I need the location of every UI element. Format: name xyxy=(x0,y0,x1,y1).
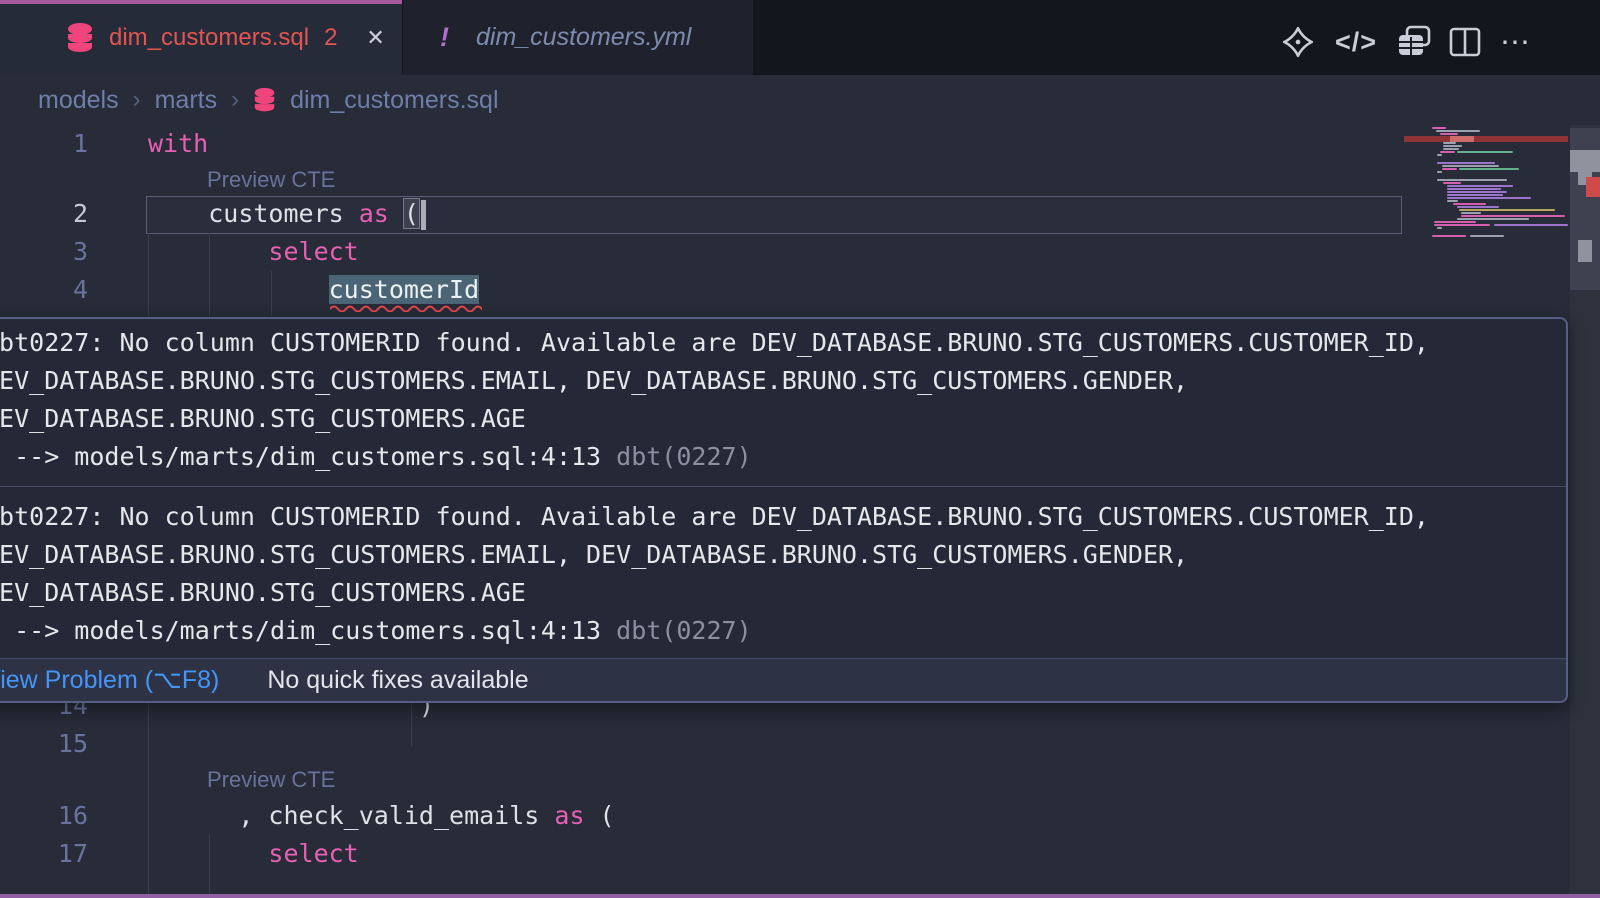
minimap-code-line xyxy=(1447,197,1531,199)
breadcrumb-filename[interactable]: dim_customers.sql xyxy=(290,86,498,115)
code-line-16[interactable]: , check_valid_emails as ( xyxy=(148,797,615,835)
tab-filename: dim_customers.sql xyxy=(109,24,309,52)
breadcrumb-models[interactable]: models xyxy=(38,86,119,115)
minimap-code-line xyxy=(1461,215,1565,217)
code-line-17[interactable]: select xyxy=(148,835,359,873)
minimap-code-line xyxy=(1440,133,1458,135)
minimap-code-line xyxy=(1447,194,1503,196)
minimap-code-line xyxy=(1443,148,1459,150)
error-code: dbt(0227) xyxy=(616,616,751,645)
close-tab-icon[interactable]: ✕ xyxy=(366,25,384,51)
minimap-code-line xyxy=(1459,209,1555,211)
minimap-code-line xyxy=(1437,154,1442,156)
minimap-code-line xyxy=(1459,168,1519,170)
overview-ruler-mark xyxy=(1586,177,1600,197)
minimap-code-line xyxy=(1443,182,1461,184)
minimap-code-line xyxy=(1461,212,1481,214)
line-number: 17 xyxy=(0,835,88,873)
minimap-code-line xyxy=(1432,127,1446,129)
dbt-model-file-icon xyxy=(253,87,276,113)
overview-ruler-mark xyxy=(1578,240,1592,262)
scrollbar-track[interactable] xyxy=(1570,125,1600,898)
line-number: 16 xyxy=(0,797,88,835)
tab-dim-customers-yml[interactable]: ! dim_customers.yml xyxy=(403,0,753,75)
error-squiggle xyxy=(330,303,482,312)
preview-cte-codelens[interactable]: Preview CTE xyxy=(207,165,335,195)
view-problem-link[interactable]: View Problem (⌥F8) xyxy=(0,665,219,695)
tab-dim-customers-sql[interactable]: dim_customers.sql 2 ✕ xyxy=(0,0,402,75)
tab-problem-count-badge: 2 xyxy=(324,24,337,52)
matched-bracket: ( xyxy=(404,199,419,228)
line-number: 2 xyxy=(0,195,88,233)
overview-ruler-mark xyxy=(1570,150,1600,172)
tab-bar: dim_customers.sql 2 ✕ ! dim_customers.ym… xyxy=(0,0,1600,75)
minimap-code-line xyxy=(1447,188,1501,190)
minimap-code-line xyxy=(1457,151,1513,153)
more-actions-icon[interactable]: ⋯ xyxy=(1500,24,1532,60)
chevron-right-icon: › xyxy=(133,86,141,114)
window-bottom-accent xyxy=(0,894,1600,898)
code-line-3[interactable]: select xyxy=(148,233,359,271)
minimap-code-line xyxy=(1470,235,1504,237)
no-quick-fixes-label: No quick fixes available xyxy=(267,666,528,695)
minimap-code-line xyxy=(1434,221,1476,223)
minimap-code-line xyxy=(1494,224,1568,226)
minimap-code-line xyxy=(1447,191,1507,193)
minimap-code-line xyxy=(1432,235,1466,237)
warning-icon: ! xyxy=(440,22,449,53)
line-number: 3 xyxy=(0,233,88,271)
minimap-code-line xyxy=(1442,165,1499,167)
text-cursor xyxy=(421,200,426,230)
minimap-code-line xyxy=(1443,145,1462,147)
breadcrumb: models › marts › dim_customers.sql xyxy=(38,75,499,125)
preview-cte-codelens[interactable]: Preview CTE xyxy=(207,765,335,795)
active-tab-accent xyxy=(0,0,402,4)
dbt-power-user-icon[interactable] xyxy=(1281,24,1315,60)
line-number: 15 xyxy=(0,725,88,763)
popup-footer: View Problem (⌥F8) No quick fixes availa… xyxy=(0,658,1566,701)
code-line-1[interactable]: with xyxy=(148,125,208,163)
minimap-code-line xyxy=(1457,218,1529,220)
line-number: 4 xyxy=(0,271,88,309)
minimap-code-line xyxy=(1437,162,1495,164)
minimap-code-line xyxy=(1453,203,1486,205)
popup-divider xyxy=(0,486,1566,487)
error-code: dbt(0227) xyxy=(616,442,751,471)
error-message-2: dbt0227: No column CUSTOMERID found. Ava… xyxy=(0,493,1566,652)
minimap-code-line xyxy=(1440,151,1455,153)
error-word-highlight: customerId xyxy=(329,275,480,304)
vscode-editor-window: dim_customers.sql 2 ✕ ! dim_customers.ym… xyxy=(0,0,1600,898)
line-number: 1 xyxy=(0,125,88,163)
minimap-code-line xyxy=(1457,206,1499,208)
minimap-code-line xyxy=(1436,130,1480,132)
compiled-code-icon[interactable]: </> xyxy=(1335,24,1377,60)
tab-filename: dim_customers.yml xyxy=(476,23,691,52)
error-message-1: dbt0227: No column CUSTOMERID found. Ava… xyxy=(0,319,1566,478)
minimap-code-line xyxy=(1442,168,1457,170)
minimap-code-line xyxy=(1443,142,1456,144)
breadcrumb-marts[interactable]: marts xyxy=(155,86,218,115)
minimap-code-line xyxy=(1447,200,1458,202)
minimap-code-line xyxy=(1437,171,1442,173)
minimap-code-line xyxy=(1437,179,1507,181)
split-editor-icon[interactable] xyxy=(1448,24,1482,60)
query-results-icon[interactable] xyxy=(1395,24,1433,60)
error-hover-popup: dbt0227: No column CUSTOMERID found. Ava… xyxy=(0,317,1568,703)
code-line-2[interactable]: customers as ( xyxy=(148,195,426,233)
minimap-error-line xyxy=(1404,136,1568,142)
chevron-right-icon: › xyxy=(231,86,239,114)
minimap-code-line xyxy=(1434,224,1490,226)
dbt-model-file-icon xyxy=(66,22,94,54)
minimap-code-line xyxy=(1437,227,1442,229)
minimap-code-line xyxy=(1447,185,1513,187)
